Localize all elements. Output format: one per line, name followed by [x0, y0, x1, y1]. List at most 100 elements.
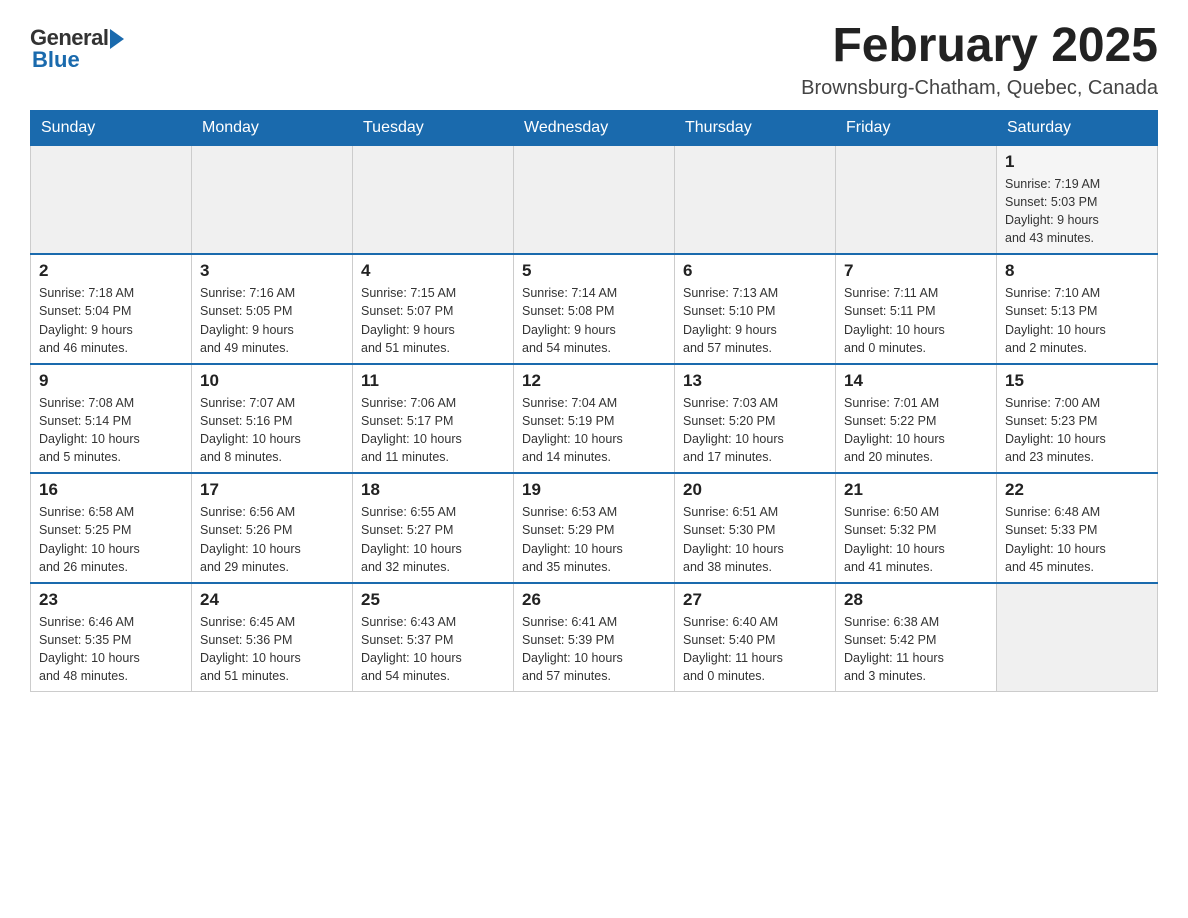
table-row — [514, 145, 675, 254]
col-saturday: Saturday — [997, 110, 1158, 145]
day-info: Sunrise: 6:55 AM Sunset: 5:27 PM Dayligh… — [361, 503, 505, 576]
table-row: 28 Sunrise: 6:38 AM Sunset: 5:42 PM Dayli… — [836, 583, 997, 692]
day-info: Sunrise: 7:14 AM Sunset: 5:08 PM Dayligh… — [522, 284, 666, 357]
table-row — [675, 145, 836, 254]
table-row: 3 Sunrise: 7:16 AM Sunset: 5:05 PM Daylig… — [192, 254, 353, 364]
table-row — [353, 145, 514, 254]
logo-blue-text: Blue — [30, 47, 80, 73]
day-number: 6 — [683, 261, 827, 281]
day-number: 8 — [1005, 261, 1149, 281]
table-row: 21 Sunrise: 6:50 AM Sunset: 5:32 PM Dayli… — [836, 473, 997, 583]
day-info: Sunrise: 7:07 AM Sunset: 5:16 PM Dayligh… — [200, 394, 344, 467]
day-info: Sunrise: 6:56 AM Sunset: 5:26 PM Dayligh… — [200, 503, 344, 576]
table-row — [31, 145, 192, 254]
table-row: 20Sunrise: 6:51 AM Sunset: 5:30 PM Dayli… — [675, 473, 836, 583]
title-block: February 2025 Brownsburg-Chatham, Quebec… — [801, 20, 1158, 100]
table-row: 26 Sunrise: 6:41 AM Sunset: 5:39 PM Dayli… — [514, 583, 675, 692]
table-row: 13Sunrise: 7:03 AM Sunset: 5:20 PM Dayli… — [675, 364, 836, 474]
day-info: Sunrise: 7:08 AM Sunset: 5:14 PM Dayligh… — [39, 394, 183, 467]
calendar-week-row: 2 Sunrise: 7:18 AM Sunset: 5:04 PM Daylig… — [31, 254, 1158, 364]
day-number: 24 — [200, 590, 344, 610]
table-row: 7 Sunrise: 7:11 AM Sunset: 5:11 PM Daylig… — [836, 254, 997, 364]
calendar-week-row: 16 Sunrise: 6:58 AM Sunset: 5:25 PM Dayli… — [31, 473, 1158, 583]
day-number: 4 — [361, 261, 505, 281]
day-info: Sunrise: 7:15 AM Sunset: 5:07 PM Dayligh… — [361, 284, 505, 357]
table-row: 27 Sunrise: 6:40 AM Sunset: 5:40 PM Dayli… — [675, 583, 836, 692]
day-number: 23 — [39, 590, 183, 610]
day-number: 18 — [361, 480, 505, 500]
table-row: 2 Sunrise: 7:18 AM Sunset: 5:04 PM Daylig… — [31, 254, 192, 364]
day-info: Sunrise: 7:10 AM Sunset: 5:13 PM Dayligh… — [1005, 284, 1149, 357]
table-row: 5 Sunrise: 7:14 AM Sunset: 5:08 PM Daylig… — [514, 254, 675, 364]
table-row: 17 Sunrise: 6:56 AM Sunset: 5:26 PM Dayli… — [192, 473, 353, 583]
table-row: 11 Sunrise: 7:06 AM Sunset: 5:17 PM Dayli… — [353, 364, 514, 474]
day-info: Sunrise: 6:48 AM Sunset: 5:33 PM Dayligh… — [1005, 503, 1149, 576]
day-number: 13 — [683, 371, 827, 391]
day-number: 28 — [844, 590, 988, 610]
table-row: 16 Sunrise: 6:58 AM Sunset: 5:25 PM Dayli… — [31, 473, 192, 583]
table-row: 18 Sunrise: 6:55 AM Sunset: 5:27 PM Dayli… — [353, 473, 514, 583]
table-row: 15Sunrise: 7:00 AM Sunset: 5:23 PM Dayli… — [997, 364, 1158, 474]
day-info: Sunrise: 7:16 AM Sunset: 5:05 PM Dayligh… — [200, 284, 344, 357]
day-number: 9 — [39, 371, 183, 391]
day-info: Sunrise: 6:45 AM Sunset: 5:36 PM Dayligh… — [200, 613, 344, 686]
table-row — [997, 583, 1158, 692]
day-info: Sunrise: 6:51 AM Sunset: 5:30 PM Dayligh… — [683, 503, 827, 576]
day-number: 19 — [522, 480, 666, 500]
table-row: 9 Sunrise: 7:08 AM Sunset: 5:14 PM Daylig… — [31, 364, 192, 474]
month-title: February 2025 — [801, 20, 1158, 73]
day-info: Sunrise: 6:53 AM Sunset: 5:29 PM Dayligh… — [522, 503, 666, 576]
table-row — [836, 145, 997, 254]
day-number: 3 — [200, 261, 344, 281]
logo-arrow-icon — [110, 29, 124, 49]
day-number: 16 — [39, 480, 183, 500]
location-subtitle: Brownsburg-Chatham, Quebec, Canada — [801, 77, 1158, 100]
day-number: 14 — [844, 371, 988, 391]
day-info: Sunrise: 7:04 AM Sunset: 5:19 PM Dayligh… — [522, 394, 666, 467]
calendar-table: Sunday Monday Tuesday Wednesday Thursday… — [30, 110, 1158, 693]
day-info: Sunrise: 6:41 AM Sunset: 5:39 PM Dayligh… — [522, 613, 666, 686]
day-info: Sunrise: 7:13 AM Sunset: 5:10 PM Dayligh… — [683, 284, 827, 357]
col-sunday: Sunday — [31, 110, 192, 145]
table-row: 8 Sunrise: 7:10 AM Sunset: 5:13 PM Daylig… — [997, 254, 1158, 364]
table-row: 19 Sunrise: 6:53 AM Sunset: 5:29 PM Dayli… — [514, 473, 675, 583]
table-row: 6 Sunrise: 7:13 AM Sunset: 5:10 PM Daylig… — [675, 254, 836, 364]
col-tuesday: Tuesday — [353, 110, 514, 145]
day-info: Sunrise: 6:46 AM Sunset: 5:35 PM Dayligh… — [39, 613, 183, 686]
table-row: 22 Sunrise: 6:48 AM Sunset: 5:33 PM Dayli… — [997, 473, 1158, 583]
table-row: 25Sunrise: 6:43 AM Sunset: 5:37 PM Dayli… — [353, 583, 514, 692]
table-row: 10 Sunrise: 7:07 AM Sunset: 5:16 PM Dayli… — [192, 364, 353, 474]
day-info: Sunrise: 6:58 AM Sunset: 5:25 PM Dayligh… — [39, 503, 183, 576]
day-number: 22 — [1005, 480, 1149, 500]
day-number: 21 — [844, 480, 988, 500]
table-row: 1 Sunrise: 7:19 AM Sunset: 5:03 PM Daylig… — [997, 145, 1158, 254]
day-info: Sunrise: 7:11 AM Sunset: 5:11 PM Dayligh… — [844, 284, 988, 357]
day-info: Sunrise: 6:40 AM Sunset: 5:40 PM Dayligh… — [683, 613, 827, 686]
day-info: Sunrise: 7:19 AM Sunset: 5:03 PM Dayligh… — [1005, 175, 1149, 248]
day-number: 25 — [361, 590, 505, 610]
calendar-header-row: Sunday Monday Tuesday Wednesday Thursday… — [31, 110, 1158, 145]
day-number: 27 — [683, 590, 827, 610]
day-number: 5 — [522, 261, 666, 281]
day-info: Sunrise: 7:01 AM Sunset: 5:22 PM Dayligh… — [844, 394, 988, 467]
day-number: 26 — [522, 590, 666, 610]
day-number: 2 — [39, 261, 183, 281]
day-number: 1 — [1005, 152, 1149, 172]
col-wednesday: Wednesday — [514, 110, 675, 145]
col-monday: Monday — [192, 110, 353, 145]
day-info: Sunrise: 6:50 AM Sunset: 5:32 PM Dayligh… — [844, 503, 988, 576]
day-info: Sunrise: 6:38 AM Sunset: 5:42 PM Dayligh… — [844, 613, 988, 686]
day-number: 11 — [361, 371, 505, 391]
page-header: General Blue February 2025 Brownsburg-Ch… — [30, 20, 1158, 100]
day-info: Sunrise: 7:06 AM Sunset: 5:17 PM Dayligh… — [361, 394, 505, 467]
col-friday: Friday — [836, 110, 997, 145]
table-row: 24 Sunrise: 6:45 AM Sunset: 5:36 PM Dayli… — [192, 583, 353, 692]
day-info: Sunrise: 7:18 AM Sunset: 5:04 PM Dayligh… — [39, 284, 183, 357]
table-row: 4 Sunrise: 7:15 AM Sunset: 5:07 PM Daylig… — [353, 254, 514, 364]
day-number: 10 — [200, 371, 344, 391]
table-row — [192, 145, 353, 254]
day-number: 17 — [200, 480, 344, 500]
table-row: 14 Sunrise: 7:01 AM Sunset: 5:22 PM Dayli… — [836, 364, 997, 474]
day-number: 7 — [844, 261, 988, 281]
col-thursday: Thursday — [675, 110, 836, 145]
